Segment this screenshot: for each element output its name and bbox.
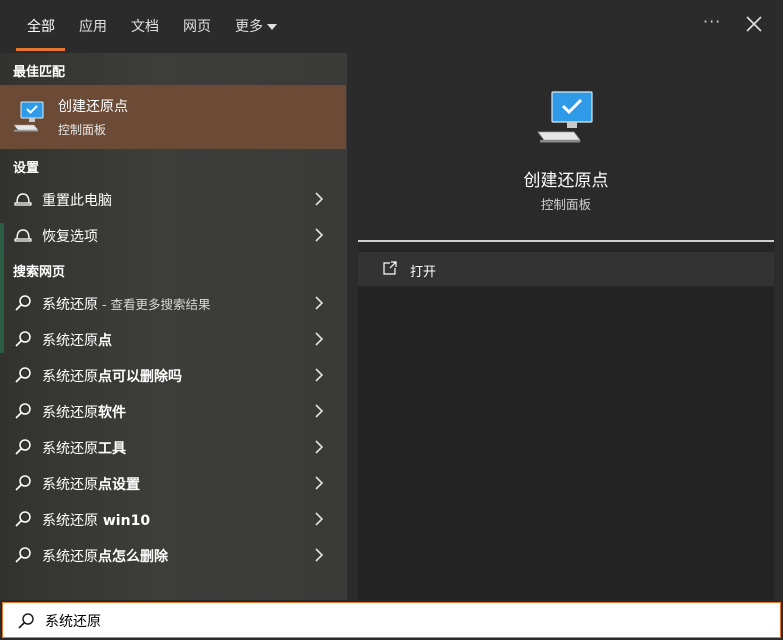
best-match-title: 创建还原点	[58, 99, 128, 115]
tab-more-label: 更多	[235, 19, 263, 35]
recovery-icon	[14, 229, 32, 242]
search-icon	[15, 295, 31, 311]
chevron-right-icon	[315, 228, 324, 242]
web-result-label: 系统还原 - 查看更多搜索结果	[42, 294, 210, 314]
section-settings: 设置	[13, 161, 40, 176]
preview-divider	[358, 240, 774, 242]
web-result-prefix: 系统还原	[42, 333, 98, 349]
chevron-right-icon	[315, 192, 324, 206]
web-result-label: 系统还原点可以删除吗	[42, 366, 182, 386]
tab-all[interactable]: 全部	[27, 16, 55, 36]
search-icon	[15, 439, 31, 455]
web-result-suffix: - 查看更多搜索结果	[98, 297, 211, 312]
search-icon	[15, 511, 31, 527]
web-result-prefix: 系统还原	[42, 369, 98, 385]
preview-panel: 创建还原点 控制面板 打开	[358, 66, 774, 600]
chevron-right-icon	[315, 296, 324, 310]
web-result-prefix: 系统还原	[42, 513, 98, 529]
chevron-right-icon	[315, 476, 324, 490]
web-result-prefix: 系统还原	[42, 477, 98, 493]
web-result-item[interactable]: 系统还原 - 查看更多搜索结果	[0, 285, 346, 321]
section-web-search: 搜索网页	[13, 265, 66, 280]
chevron-right-icon	[315, 368, 324, 382]
web-result-bold: 工具	[98, 441, 126, 457]
chevron-right-icon	[315, 404, 324, 418]
search-icon	[15, 547, 31, 563]
web-result-bold: 软件	[98, 405, 126, 421]
computer-monitor-icon	[537, 91, 593, 143]
best-match-item[interactable]: 创建还原点 控制面板	[0, 85, 346, 149]
search-icon	[15, 403, 31, 419]
preview-title: 创建还原点	[523, 171, 609, 191]
search-bar	[2, 602, 781, 638]
web-result-item[interactable]: 系统还原点可以删除吗	[0, 357, 346, 393]
search-icon	[15, 367, 31, 383]
results-panel: 最佳匹配 创建还原点 控制面板 设置 重置此电脑 恢复选项 搜索网页 系统还原 …	[0, 53, 347, 600]
search-icon	[15, 331, 31, 347]
web-result-bold: 点设置	[98, 477, 140, 493]
web-result-bold: 点	[98, 333, 112, 349]
tab-documents[interactable]: 文档	[131, 16, 159, 36]
web-result-prefix: 系统还原	[42, 405, 98, 421]
preview-subtitle: 控制面板	[540, 197, 591, 212]
open-external-icon	[383, 261, 397, 275]
chevron-right-icon	[315, 548, 324, 562]
web-result-label: 系统还原软件	[42, 402, 126, 422]
close-icon[interactable]	[744, 14, 764, 34]
web-result-item[interactable]: 系统还原点怎么删除	[0, 537, 346, 573]
preview-body	[358, 288, 774, 600]
web-result-prefix: 系统还原	[42, 297, 98, 313]
open-label: 打开	[410, 265, 437, 280]
web-result-item[interactable]: 系统还原点设置	[0, 465, 346, 501]
web-result-item[interactable]: 系统还原工具	[0, 429, 346, 465]
web-result-bold: 点怎么删除	[98, 549, 168, 565]
web-result-item[interactable]: 系统还原 win10	[0, 501, 346, 537]
search-icon	[15, 475, 31, 491]
web-result-prefix: 系统还原	[42, 549, 98, 565]
web-result-item[interactable]: 系统还原软件	[0, 393, 346, 429]
web-result-label: 系统还原点	[42, 330, 112, 350]
chevron-right-icon	[315, 332, 324, 346]
web-result-label: 系统还原点怎么删除	[42, 546, 168, 566]
preview-header: 创建还原点 控制面板	[358, 66, 774, 242]
web-result-bold: 点可以删除吗	[98, 369, 182, 385]
section-best-match: 最佳匹配	[13, 65, 66, 80]
search-input[interactable]	[43, 609, 747, 633]
settings-item-label: 恢复选项	[42, 229, 98, 245]
search-icon	[18, 613, 34, 629]
open-button[interactable]: 打开	[358, 252, 774, 286]
web-result-label: 系统还原 win10	[42, 510, 150, 530]
reset-pc-icon	[14, 193, 32, 206]
tab-apps[interactable]: 应用	[79, 16, 107, 36]
web-result-item[interactable]: 系统还原点	[0, 321, 346, 357]
web-result-bold: win10	[98, 513, 151, 529]
top-bar: 全部 应用 文档 网页 更多 ···	[0, 0, 783, 53]
settings-item-reset-pc[interactable]: 重置此电脑	[0, 181, 346, 217]
chevron-right-icon	[315, 512, 324, 526]
tab-more[interactable]: 更多	[235, 16, 277, 36]
more-options-button[interactable]: ···	[703, 12, 721, 31]
tab-web[interactable]: 网页	[183, 16, 211, 36]
chevron-right-icon	[315, 440, 324, 454]
best-match-subtitle: 控制面板	[58, 123, 107, 137]
web-result-label: 系统还原点设置	[42, 474, 140, 494]
computer-monitor-icon	[13, 101, 44, 132]
settings-item-label: 重置此电脑	[42, 193, 112, 209]
web-result-label: 系统还原工具	[42, 438, 126, 458]
active-tab-indicator	[16, 48, 65, 51]
web-result-prefix: 系统还原	[42, 441, 98, 457]
chevron-down-icon	[267, 24, 277, 30]
settings-item-recovery[interactable]: 恢复选项	[0, 217, 346, 253]
